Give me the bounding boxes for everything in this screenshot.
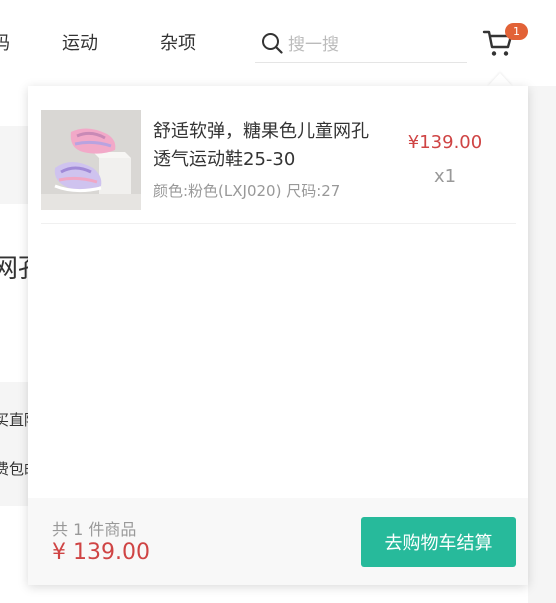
product-name[interactable]: 舒适软弹，糖果色儿童网孔透气运动鞋25-30 xyxy=(153,118,383,174)
cart-dropdown: 舒适软弹，糖果色儿童网孔透气运动鞋25-30 颜色:粉色(LXJ020) 尺码:… xyxy=(28,86,528,585)
cart-item[interactable]: 舒适软弹，糖果色儿童网孔透气运动鞋25-30 颜色:粉色(LXJ020) 尺码:… xyxy=(41,110,516,224)
item-count: 共 1 件商品 xyxy=(52,520,137,539)
product-thumbnail[interactable] xyxy=(41,110,141,210)
dropdown-footer: 共 1 件商品 ¥ 139.00 去购物车结算 xyxy=(28,498,528,585)
search-box xyxy=(255,26,467,63)
product-image xyxy=(41,110,141,210)
top-nav: 码 运动 杂项 xyxy=(0,0,556,86)
nav-item-partial[interactable]: 码 xyxy=(0,32,10,56)
total-price: ¥ 139.00 xyxy=(52,540,150,565)
product-quantity: x1 xyxy=(433,166,457,187)
product-price: ¥139.00 xyxy=(407,132,483,153)
search-icon[interactable] xyxy=(261,32,283,54)
search-input[interactable] xyxy=(288,32,458,58)
cart-count-badge: 1 xyxy=(505,23,528,40)
background-strip xyxy=(528,86,556,603)
dropdown-arrow xyxy=(488,73,512,86)
nav-item-sport[interactable]: 运动 xyxy=(62,32,98,56)
product-attributes: 颜色:粉色(LXJ020) 尺码:27 xyxy=(153,182,341,200)
checkout-button[interactable]: 去购物车结算 xyxy=(361,517,516,567)
nav-item-misc[interactable]: 杂项 xyxy=(160,32,196,56)
